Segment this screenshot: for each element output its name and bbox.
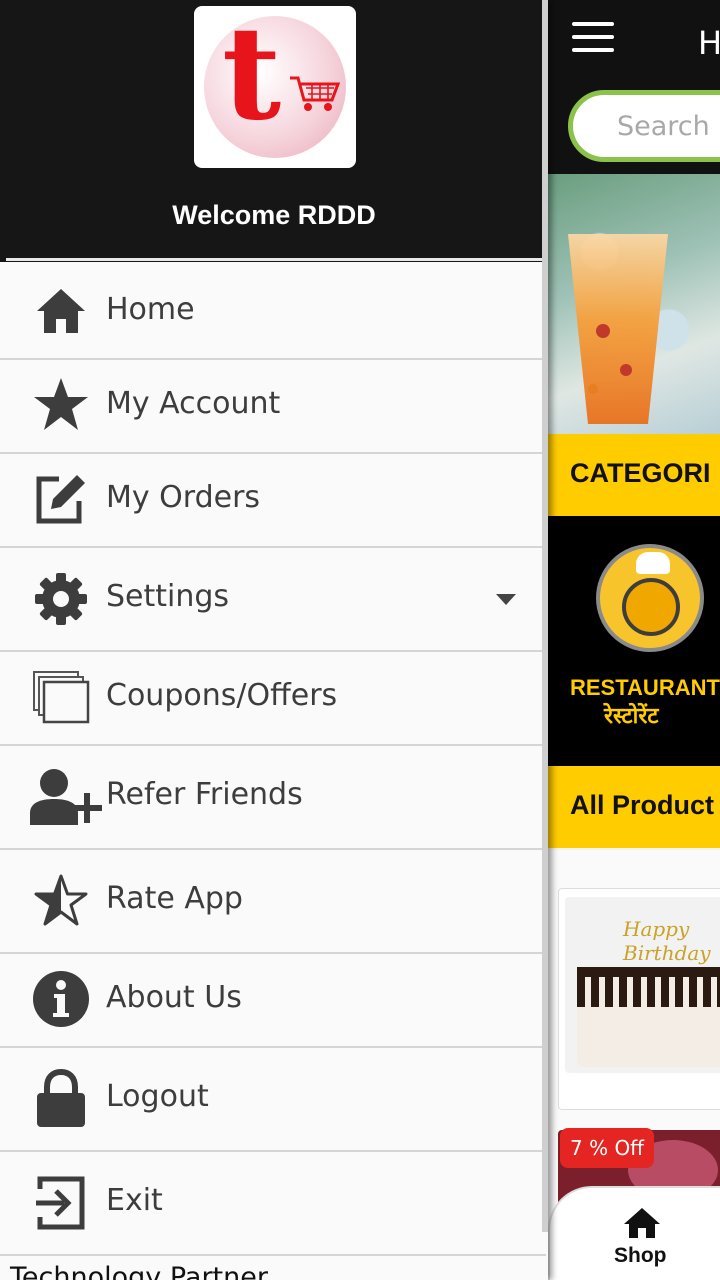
header-divider — [6, 258, 542, 261]
all-products-heading: All Product — [570, 790, 715, 820]
lock-icon — [30, 1068, 92, 1130]
categories-band: CATEGORI — [548, 434, 720, 516]
menu-label: Refer Friends — [106, 777, 303, 812]
app-background: H CATEGORI RESTAURANT रेस्टोरेंट All Pro… — [548, 0, 720, 1280]
menu-item-settings[interactable]: Settings — [0, 548, 546, 652]
all-products-band: All Product — [548, 766, 720, 848]
menu-label: Coupons/Offers — [106, 678, 338, 713]
berry-decoration — [620, 364, 632, 376]
cake-topper-text: Happy Birthday — [623, 917, 711, 965]
home-icon — [624, 1208, 660, 1238]
menu-item-coupons-offers[interactable]: Coupons/Offers — [0, 652, 546, 746]
search-box[interactable] — [568, 90, 720, 162]
product-card[interactable]: Happy Birthday — [558, 888, 720, 1110]
copy-icon — [30, 666, 92, 728]
edit-icon — [30, 468, 92, 530]
menu-item-refer-friends[interactable]: Refer Friends — [0, 746, 546, 850]
categories-heading: CATEGORI — [570, 458, 711, 488]
gear-icon — [30, 568, 92, 630]
navigation-drawer: t Welcome RDDD Home My Account My Orders… — [0, 0, 548, 1280]
app-title: H — [698, 24, 720, 62]
menu-label: Home — [106, 292, 195, 327]
menu-item-home[interactable]: Home — [0, 264, 546, 360]
hamburger-menu-icon[interactable] — [572, 22, 614, 54]
app-logo: t — [194, 6, 356, 168]
restaurant-icon[interactable] — [596, 544, 704, 652]
category-list: RESTAURANT रेस्टोरेंट — [548, 516, 720, 766]
app-header: H — [548, 0, 720, 174]
add-user-icon — [28, 766, 104, 828]
promo-banner[interactable] — [548, 174, 720, 434]
menu-label: Rate App — [106, 881, 243, 916]
category-name-en: RESTAURANT — [570, 675, 720, 700]
welcome-text: Welcome RDDD — [172, 200, 376, 230]
category-name[interactable]: RESTAURANT रेस्टोरेंट — [570, 674, 720, 730]
menu-label: My Orders — [106, 480, 261, 515]
exit-icon — [30, 1172, 92, 1234]
berry-decoration — [588, 384, 598, 394]
star-half-icon — [30, 870, 92, 932]
menu-item-exit[interactable]: Exit — [0, 1152, 546, 1256]
menu-item-logout[interactable]: Logout — [0, 1048, 546, 1152]
scrollbar[interactable] — [542, 0, 548, 1232]
technology-partner-text: Technology Partner — [10, 1262, 268, 1280]
category-name-hi: रेस्टोरेंट — [604, 703, 659, 728]
menu-item-my-account[interactable]: My Account — [0, 360, 546, 454]
menu-item-rate-app[interactable]: Rate App — [0, 850, 546, 954]
berry-decoration — [596, 324, 610, 338]
menu-item-about-us[interactable]: About Us — [0, 954, 546, 1048]
menu-label: My Account — [106, 386, 281, 421]
discount-badge: 7 % Off — [560, 1128, 654, 1168]
search-input[interactable] — [573, 95, 720, 157]
home-icon — [30, 280, 92, 342]
menu-label: About Us — [106, 980, 242, 1015]
chevron-down-icon[interactable] — [496, 594, 516, 605]
shop-label: Shop — [614, 1244, 667, 1267]
star-icon — [30, 374, 92, 436]
menu-item-my-orders[interactable]: My Orders — [0, 454, 546, 548]
cake-image: Happy Birthday — [565, 897, 720, 1073]
drawer-menu: Home My Account My Orders Settings Coupo… — [0, 264, 546, 1256]
menu-label: Logout — [106, 1079, 209, 1114]
bottom-nav-shop[interactable]: Shop — [548, 1186, 720, 1280]
info-icon — [30, 968, 92, 1030]
drawer-header: t Welcome RDDD — [0, 0, 548, 262]
menu-label: Exit — [106, 1183, 163, 1218]
drink-image — [568, 234, 668, 424]
cart-icon — [290, 76, 340, 111]
menu-label: Settings — [106, 579, 230, 614]
